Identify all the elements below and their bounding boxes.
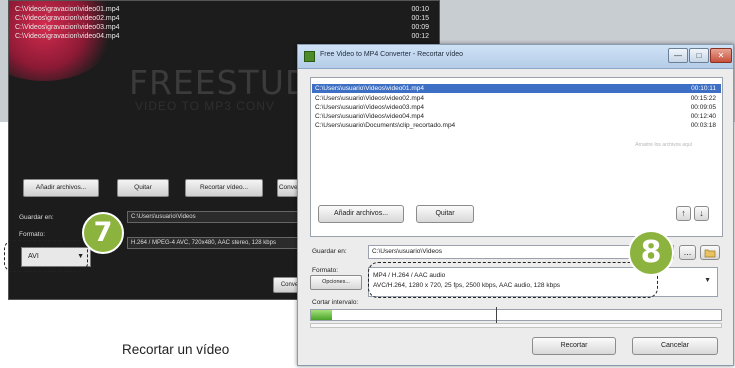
move-up-button[interactable]: ↑ [676, 206, 691, 221]
trim-range-fill [311, 310, 332, 320]
file-name: C:\Videos\gravacion\video02.mp4 [15, 15, 120, 22]
list-item[interactable]: C:\Videos\gravacion\video04.mp4 00:12 [15, 32, 429, 41]
file-duration: 00:09 [411, 24, 429, 31]
file-name: C:\Users\usuario\Documents\clip_recortad… [315, 122, 456, 129]
file-duration: 00:09:05 [690, 104, 716, 111]
list-item[interactable]: C:\Users\usuario\Documents\clip_recortad… [312, 121, 721, 130]
file-name: C:\Users\usuario\Videos\video01.mp4 [315, 85, 424, 92]
list-item[interactable]: C:\Videos\gravacion\video01.mp4 00:10 [15, 5, 429, 14]
move-down-button[interactable]: ↓ [694, 206, 709, 221]
figure-caption: Recortar un vídeo [122, 342, 230, 357]
file-duration: 00:15 [411, 15, 429, 22]
trim-range-bar[interactable] [310, 309, 722, 321]
file-name: C:\Users\usuario\Videos\video02.mp4 [315, 95, 424, 102]
file-duration: 00:03:18 [690, 122, 716, 129]
trim-marker[interactable] [496, 307, 497, 323]
file-name: C:\Users\usuario\Videos\video04.mp4 [315, 113, 424, 120]
output-label: Guardar en: [19, 214, 54, 221]
options-button[interactable]: Opciones... [310, 275, 362, 290]
file-name: C:\Videos\gravacion\video04.mp4 [15, 33, 120, 40]
folder-icon[interactable] [700, 245, 720, 260]
step-badge-7: 7 [82, 212, 124, 254]
remove-button[interactable]: Quitar [416, 205, 474, 223]
preset-field[interactable]: H.264 / MPEG-4 AVC, 720x480, AAC stereo,… [127, 237, 307, 249]
callout-highlight-8 [368, 262, 658, 298]
cancel-button[interactable]: Cancelar [632, 337, 718, 355]
app-icon [304, 51, 315, 62]
file-duration: 00:10:11 [691, 85, 716, 92]
file-duration: 00:15:22 [690, 95, 716, 102]
remove-button[interactable]: Quitar [117, 179, 169, 197]
file-name: C:\Videos\gravacion\video01.mp4 [15, 6, 120, 13]
format-label: Formato: [312, 267, 339, 274]
browse-button[interactable]: ... [679, 245, 696, 260]
file-name: C:\Users\usuario\Videos\video03.mp4 [315, 104, 424, 111]
output-path-field[interactable]: C:\Users\usuario\Videos [127, 211, 307, 223]
chevron-down-icon: ▼ [704, 277, 711, 284]
minimize-button[interactable]: — [668, 48, 688, 63]
app-watermark: FREESTUD [129, 63, 312, 102]
close-button[interactable]: ✕ [710, 48, 732, 63]
progress-label: Cortar intervalo: [312, 299, 359, 306]
file-duration: 00:12 [411, 33, 429, 40]
list-item[interactable]: C:\Videos\gravacion\video03.mp4 00:09 [15, 23, 429, 32]
file-duration: 00:10 [411, 6, 429, 13]
callout-highlight-7 [4, 240, 88, 272]
output-label: Guardar en: [312, 248, 347, 255]
list-item[interactable]: C:\Users\usuario\Videos\video02.mp4 00:15… [312, 94, 721, 103]
file-duration: 00:12:40 [690, 113, 716, 120]
drop-hint: Arrastre los archivos aquí [635, 142, 692, 148]
trim-button[interactable]: Recortar [532, 337, 616, 355]
add-files-button[interactable]: Añadir archivos... [318, 205, 404, 223]
title-bar[interactable]: Free Video to MP4 Converter - Recortar v… [298, 45, 733, 69]
file-name: C:\Videos\gravacion\video03.mp4 [15, 24, 120, 31]
list-item[interactable]: C:\Users\usuario\Videos\video04.mp4 00:12… [312, 112, 721, 121]
format-label: Formato: [19, 231, 46, 238]
add-files-button[interactable]: Añadir archivos... [23, 179, 99, 197]
maximize-button[interactable]: □ [689, 48, 709, 63]
timeline-bar[interactable] [310, 323, 722, 328]
trim-video-button[interactable]: Recortar vídeo... [185, 179, 263, 197]
app-watermark-subtitle: VIDEO TO MP3 CONV [135, 99, 275, 113]
list-item[interactable]: C:\Users\usuario\Videos\video01.mp4 00:10… [312, 84, 721, 93]
trim-dialog: Free Video to MP4 Converter - Recortar v… [297, 44, 734, 366]
list-item[interactable]: C:\Videos\gravacion\video02.mp4 00:15 [15, 14, 429, 23]
step-badge-8: 8 [628, 230, 674, 276]
list-item[interactable]: C:\Users\usuario\Videos\video03.mp4 00:09… [312, 103, 721, 112]
window-title: Free Video to MP4 Converter - Recortar v… [320, 51, 464, 58]
